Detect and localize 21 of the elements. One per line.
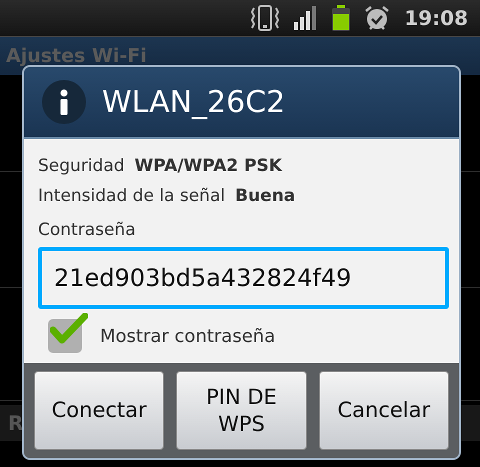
dialog-title: WLAN_26C2 [102, 84, 286, 120]
alarm-clock-icon [364, 5, 390, 31]
vibrate-icon [250, 4, 280, 32]
dialog-button[interactable]: Conectar [34, 371, 164, 450]
clock-time: 19:08 [404, 6, 468, 30]
section-header-text: R [8, 411, 24, 435]
screen-title: Ajustes Wi-Fi [6, 45, 147, 67]
dialog-button[interactable]: Cancelar [318, 371, 449, 450]
dialog-button[interactable]: PIN DE WPS [176, 371, 307, 450]
checkmark-icon [50, 313, 88, 345]
battery-icon [332, 5, 350, 31]
detail-label: Intensidad de la señal [38, 186, 226, 206]
detail-value: WPA/WPA2 PSK [134, 156, 282, 176]
signal-icon [294, 6, 318, 30]
password-field[interactable]: 21ed903bd5a432824f49 [38, 247, 449, 309]
detail-value: Buena [235, 186, 296, 206]
info-icon [42, 80, 86, 124]
password-label: Contraseña [38, 219, 137, 242]
show-password-checkbox[interactable] [48, 313, 88, 353]
detail-label: Seguridad [38, 156, 125, 176]
show-password-label: Mostrar contraseña [100, 326, 276, 346]
